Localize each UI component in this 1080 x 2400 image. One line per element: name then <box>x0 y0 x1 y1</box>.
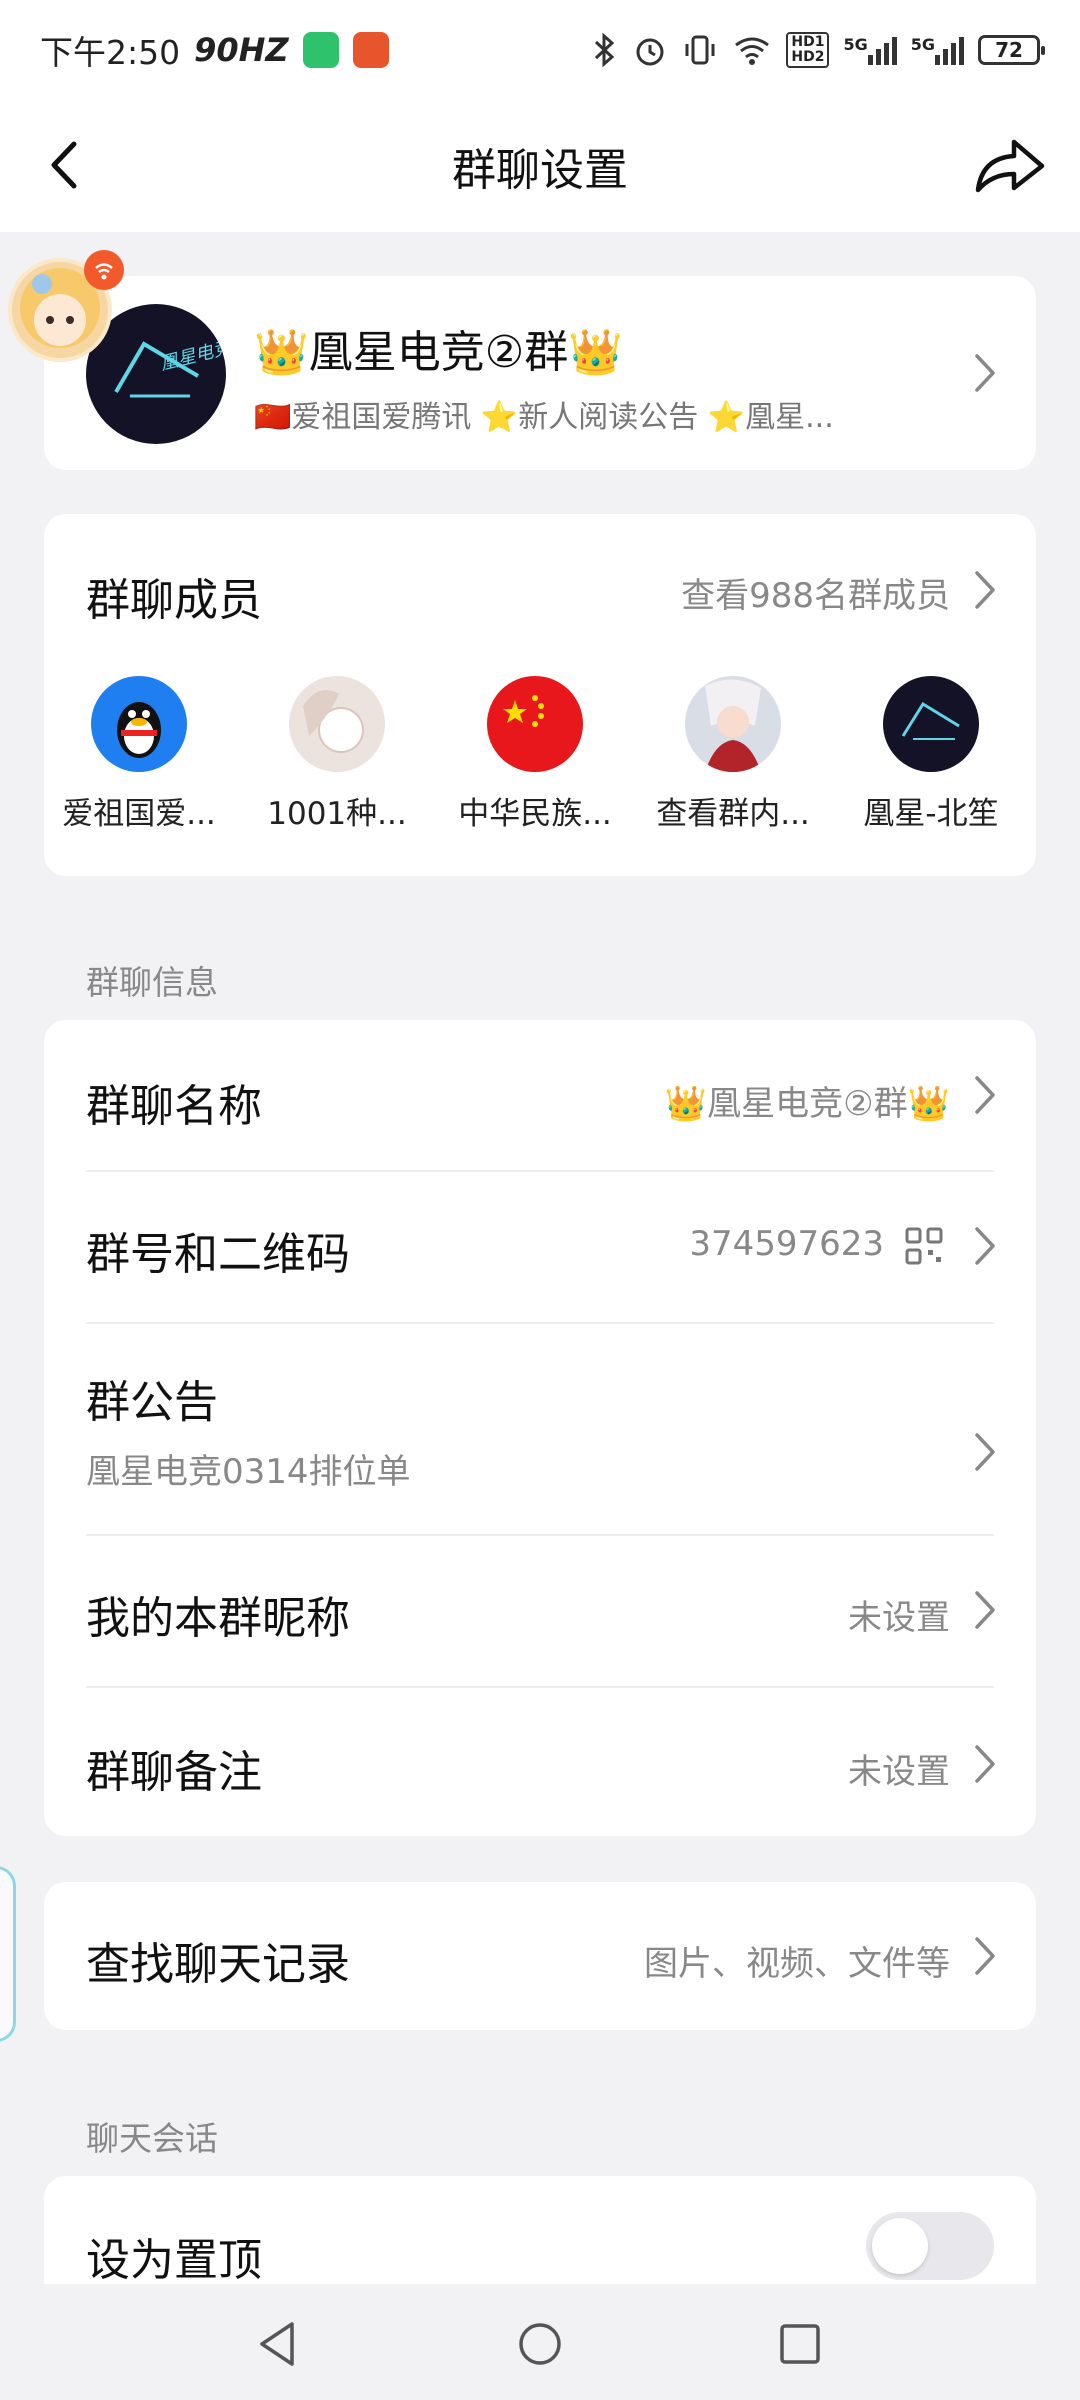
my-nickname-row[interactable]: 我的本群昵称 未设置 <box>44 1536 1036 1686</box>
member-name: 查看群内... <box>656 796 810 832</box>
back-arrow-icon[interactable] <box>30 130 100 200</box>
group-tags: 🇨🇳爱祖国爱腾讯 ⭐新人阅读公告 ⭐凰星... <box>254 400 834 435</box>
search-history-content: 查找聊天记录 图片、视频、文件等 <box>44 1882 1036 2030</box>
member-name: 凰星-北笙 <box>863 796 999 832</box>
side-edge-handle[interactable] <box>0 1866 16 2042</box>
bluetooth-icon <box>595 33 615 67</box>
hd1-label: HD1 <box>791 34 825 50</box>
system-navigation-bar <box>0 2284 1080 2400</box>
member-item[interactable]: 爱祖国爱... <box>44 676 234 833</box>
group-remark-value: 未设置 <box>848 1752 950 1792</box>
member-item[interactable]: 中华民族... <box>440 676 630 833</box>
pin-chat-label: 设为置顶 <box>86 2235 262 2286</box>
group-name: 👑凰星电竞②群👑 <box>254 327 624 378</box>
section-label-group-info: 群聊信息 <box>86 963 218 1002</box>
member-avatar <box>685 676 781 772</box>
chevron-right-icon <box>975 1433 995 1471</box>
group-logo-icon <box>883 676 979 772</box>
refresh-rate-label: 90HZ <box>194 31 289 69</box>
my-nickname-label: 我的本群昵称 <box>86 1593 350 1644</box>
group-id-row[interactable]: 群号和二维码 374597623 <box>44 1172 1036 1322</box>
svg-text:凰星电竞: 凰星电竞 <box>158 337 226 375</box>
hd2-label: HD2 <box>791 49 825 65</box>
floating-sticker[interactable] <box>8 250 124 362</box>
signal-bars-icon <box>867 35 897 65</box>
page-title: 群聊设置 <box>452 145 628 196</box>
group-profile-card[interactable]: 凰星电竞 👑凰星电竞②群👑 🇨🇳爱祖国爱腾讯 ⭐新人阅读公告 ⭐凰星... <box>44 276 1036 470</box>
signal-2: 5G <box>911 35 964 65</box>
china-flag-icon <box>487 676 583 772</box>
battery-icon: 72 <box>978 35 1045 65</box>
member-item[interactable]: 凰星-北笙 <box>836 676 1026 833</box>
member-list: 爱祖国爱... 1001种... 中华民族... 查看群内... 凰星-北笙 <box>44 676 1036 856</box>
group-notice-label: 群公告 <box>86 1377 218 1428</box>
group-notice-value: 凰星电竞0314排位单 <box>86 1452 411 1492</box>
toggle-knob <box>872 2218 928 2274</box>
chevron-right-icon[interactable] <box>974 570 996 610</box>
chevron-right-icon <box>975 354 995 392</box>
chevron-right-icon <box>975 1937 995 1975</box>
chevron-right-icon <box>975 1591 995 1629</box>
chevron-right-icon <box>975 1227 995 1265</box>
group-id-value: 374597623 <box>689 1224 884 1264</box>
member-name: 1001种... <box>267 796 407 832</box>
section-label-chat: 聊天会话 <box>86 2119 218 2158</box>
members-card: 群聊成员 查看988名群成员 爱祖国爱... 1001种... 中华民族... … <box>44 514 1036 876</box>
network-5g-label: 5G <box>910 35 935 54</box>
nav-recents-icon[interactable] <box>770 2314 830 2374</box>
pin-chat-toggle[interactable] <box>866 2212 994 2280</box>
members-title: 群聊成员 <box>86 575 262 626</box>
vibrate-icon <box>685 35 715 65</box>
wifi-badge-icon <box>84 250 124 290</box>
search-history-row[interactable]: 查找聊天记录 图片、视频、文件等 <box>44 1882 1036 2030</box>
group-info-card: 群聊名称 👑凰星电竞②群👑 群号和二维码 374597623 群公告 凰星电竞0… <box>44 1020 1036 1836</box>
battery-level: 72 <box>995 38 1023 62</box>
view-all-members-link[interactable]: 查看988名群成员 <box>681 568 950 617</box>
notification-app-icon <box>352 32 389 68</box>
member-item[interactable]: 查看群内... <box>638 676 828 833</box>
network-5g-label: 5G <box>843 35 868 54</box>
group-name-label: 群聊名称 <box>86 1081 262 1132</box>
member-name: 爱祖国爱... <box>62 796 216 832</box>
nav-back-icon[interactable] <box>248 2314 308 2374</box>
search-history-label: 查找聊天记录 <box>86 1939 350 1990</box>
qr-code-icon <box>905 1227 943 1265</box>
chat-app-icon <box>302 32 339 68</box>
navigation-bar: 群聊设置 <box>0 100 1080 232</box>
my-nickname-value: 未设置 <box>848 1598 950 1638</box>
signal-bars-icon <box>935 35 964 65</box>
signal-1: 5G <box>843 35 897 65</box>
member-avatar <box>289 676 385 772</box>
group-name-row[interactable]: 群聊名称 👑凰星电竞②群👑 <box>44 1020 1036 1170</box>
qq-penguin-icon <box>91 676 187 772</box>
chevron-right-icon <box>975 1076 995 1114</box>
group-remark-label: 群聊备注 <box>86 1747 262 1798</box>
member-item[interactable]: 1001种... <box>242 676 432 833</box>
chevron-right-icon <box>975 1745 995 1783</box>
search-history-hint: 图片、视频、文件等 <box>644 1944 950 1984</box>
nav-home-icon[interactable] <box>510 2314 570 2374</box>
member-name: 中华民族... <box>458 796 612 832</box>
group-id-label: 群号和二维码 <box>86 1229 350 1280</box>
hd-badge: HD1 HD2 <box>786 32 830 68</box>
alarm-icon <box>636 38 664 66</box>
status-time: 下午2:50 <box>40 33 181 72</box>
group-name-value: 👑凰星电竞②群👑 <box>664 1084 950 1124</box>
group-notice-row[interactable]: 群公告 凰星电竞0314排位单 <box>44 1324 1036 1534</box>
wifi-icon <box>735 37 770 65</box>
group-remark-row[interactable]: 群聊备注 未设置 <box>44 1688 1036 1836</box>
status-bar: 下午2:50 90HZ HD1 HD2 5G 5G 72 <box>0 0 1080 100</box>
group-settings-screen: 下午2:50 90HZ HD1 HD2 5G 5G 72 群聊设置 凰星电竞 👑… <box>0 0 1080 2400</box>
share-icon[interactable] <box>970 130 1050 200</box>
